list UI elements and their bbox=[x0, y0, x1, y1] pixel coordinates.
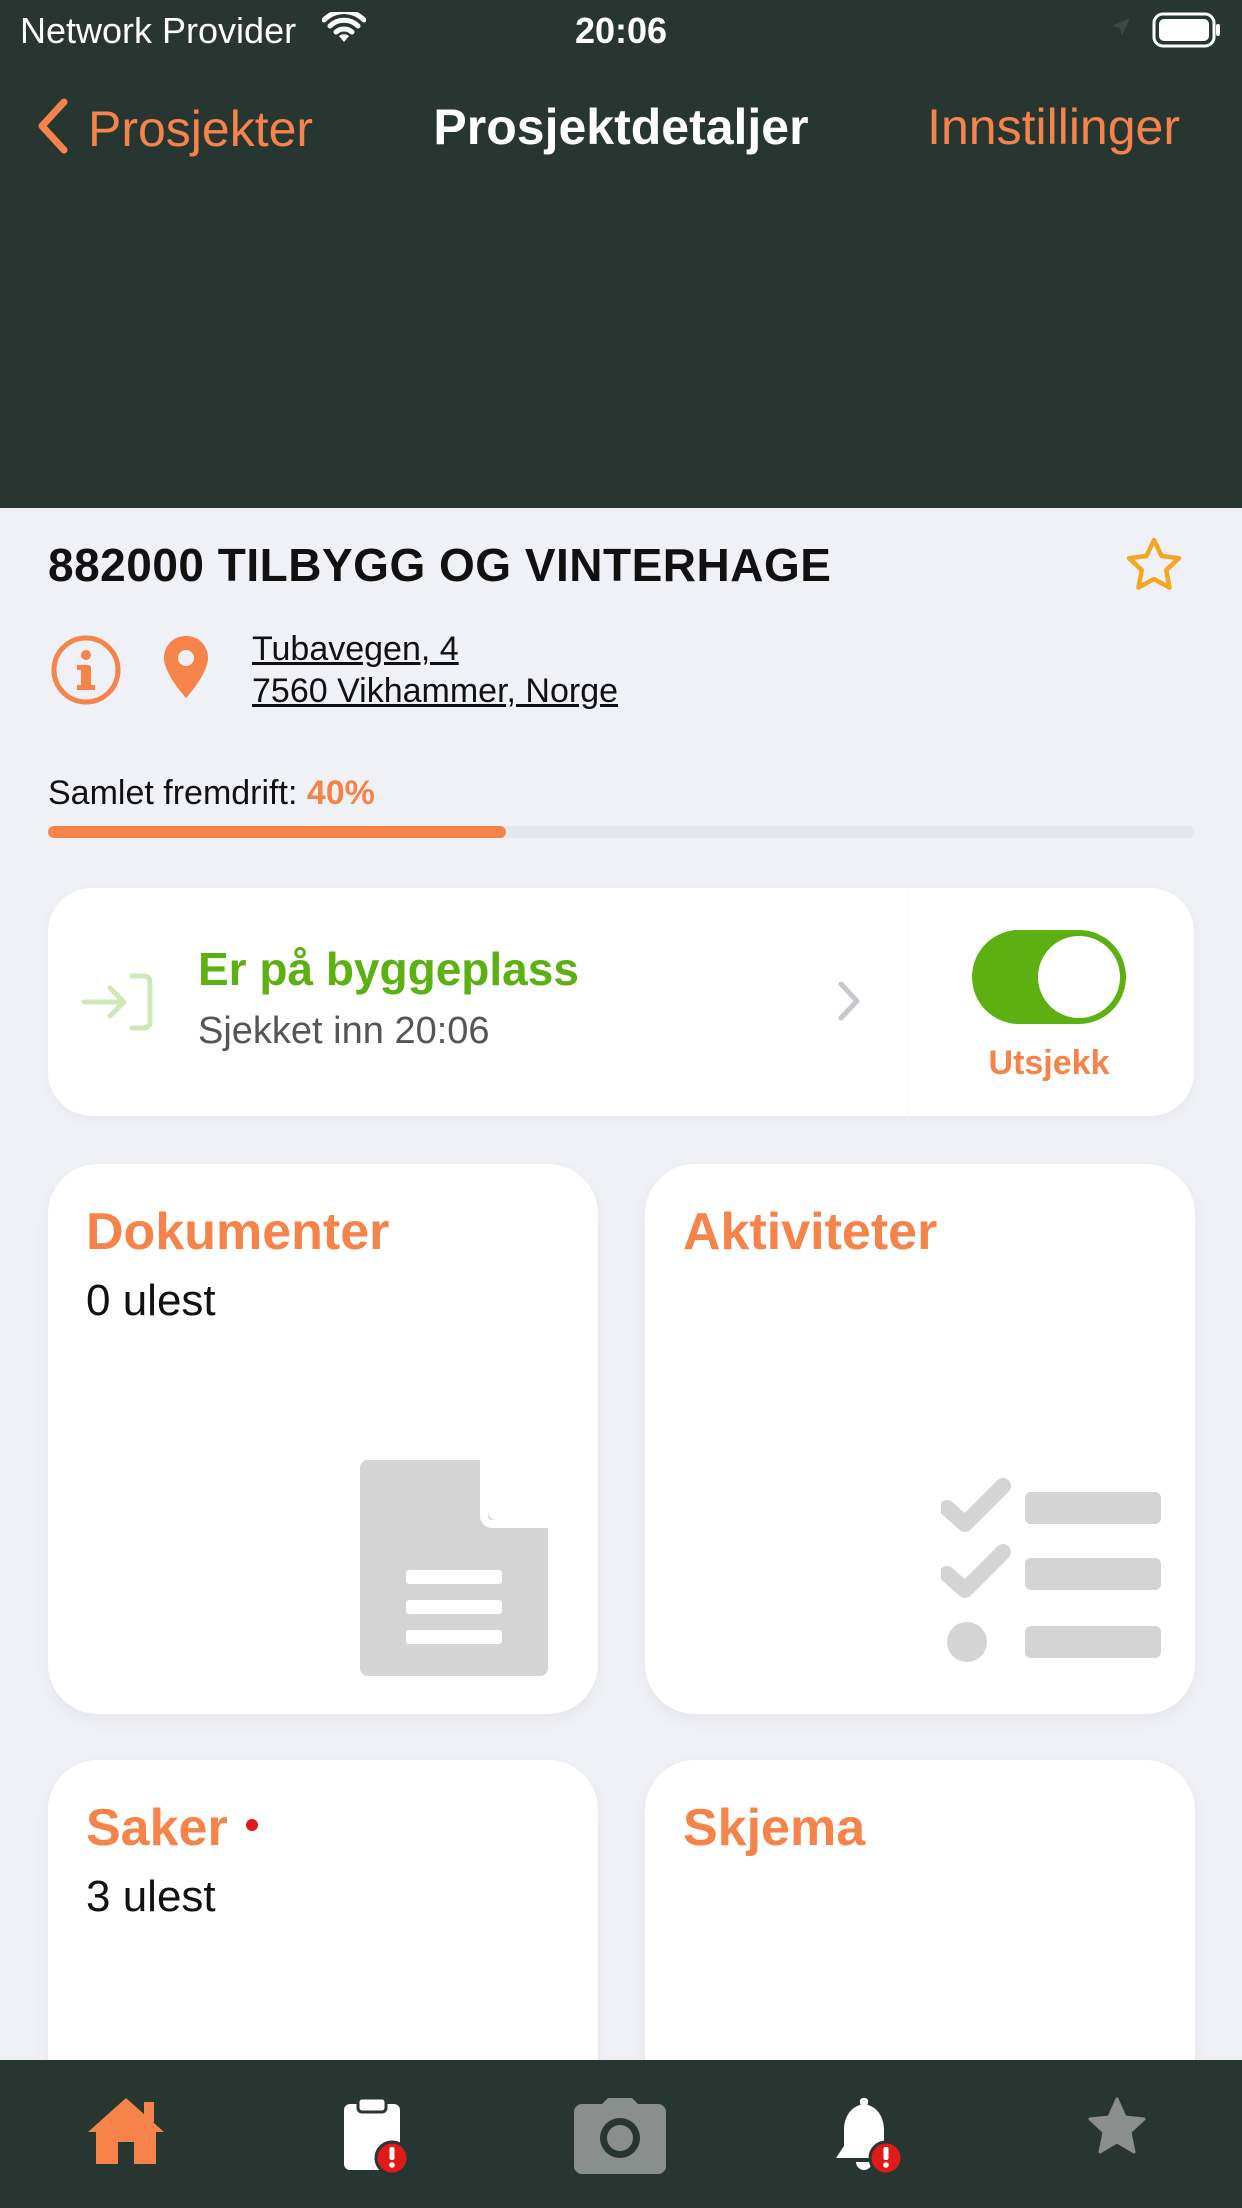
tab-bar bbox=[0, 2060, 1242, 2208]
settings-button[interactable]: Innstillinger bbox=[927, 98, 1180, 156]
clock: 20:06 bbox=[574, 10, 668, 51]
map-pin-icon bbox=[162, 636, 210, 704]
tab-camera[interactable] bbox=[572, 2096, 668, 2181]
bell-alert-icon bbox=[832, 2098, 908, 2182]
tab-favorites[interactable] bbox=[1086, 2096, 1148, 2161]
checkin-status-title: Er på byggeplass bbox=[198, 943, 579, 995]
checkin-time: Sjekket inn 20:06 bbox=[198, 1010, 490, 1052]
unread-dot bbox=[245, 1819, 258, 1832]
project-header-image bbox=[0, 190, 1242, 508]
tab-notifications[interactable] bbox=[832, 2096, 908, 2183]
favorite-button[interactable] bbox=[1124, 536, 1184, 599]
chevron-right-icon bbox=[836, 980, 862, 1027]
checkout-toggle[interactable] bbox=[972, 930, 1126, 1024]
address-line-1: Tubavegen, 4 bbox=[252, 630, 459, 668]
navigation-bar: Prosjekter Prosjektdetaljer Innstillinge… bbox=[0, 64, 1242, 190]
camera-icon bbox=[572, 2098, 668, 2180]
checkin-card[interactable]: Er på byggeplass Sjekket inn 20:06 Utsje… bbox=[48, 888, 1194, 1116]
checklist-icon bbox=[939, 1478, 1163, 1673]
document-icon bbox=[360, 1460, 548, 1681]
progress-label-text: Samlet fremdrift: bbox=[48, 774, 298, 812]
clipboard-alert-icon bbox=[340, 2096, 416, 2180]
cases-tile-title: Saker bbox=[86, 1798, 258, 1858]
cases-unread-count: 3 ulest bbox=[86, 1872, 216, 1921]
star-icon bbox=[1086, 2097, 1148, 2160]
documents-tile-title: Dokumenter bbox=[86, 1203, 390, 1261]
sign-in-icon bbox=[81, 972, 154, 1037]
tab-home[interactable] bbox=[86, 2096, 166, 2171]
info-icon bbox=[50, 635, 122, 710]
activities-tile[interactable]: Aktiviteter bbox=[645, 1164, 1195, 1714]
forms-tile-title: Skjema bbox=[683, 1799, 866, 1857]
project-address-link[interactable]: Tubavegen, 4 7560 Vikhammer, Norge bbox=[252, 628, 618, 712]
tab-tasks[interactable] bbox=[340, 2096, 416, 2181]
activities-tile-title: Aktiviteter bbox=[683, 1203, 938, 1261]
progress-value: 40% bbox=[306, 774, 375, 812]
status-bar: Network Provider 20:06 bbox=[0, 0, 1242, 64]
divider bbox=[908, 888, 909, 1116]
progress-bar-fill bbox=[48, 826, 507, 838]
star-outline-icon bbox=[1124, 537, 1184, 598]
location-arrow-icon bbox=[1110, 16, 1132, 43]
project-title: 882000 TILBYGG OG VINTERHAGE bbox=[48, 539, 832, 591]
toggle-knob bbox=[1038, 936, 1120, 1018]
address-line-2: 7560 Vikhammer, Norge bbox=[252, 672, 619, 710]
home-icon bbox=[86, 2098, 166, 2170]
battery-icon bbox=[1152, 12, 1222, 53]
info-button[interactable] bbox=[50, 634, 122, 711]
checkout-toggle-label: Utsjekk bbox=[988, 1044, 1110, 1082]
cases-tile-title-text: Saker bbox=[86, 1799, 228, 1857]
progress-bar bbox=[48, 826, 1194, 838]
documents-tile[interactable]: Dokumenter 0 ulest bbox=[48, 1164, 598, 1714]
documents-unread-count: 0 ulest bbox=[86, 1276, 216, 1325]
progress-label: Samlet fremdrift: 40% bbox=[48, 774, 375, 813]
map-pin-button[interactable] bbox=[162, 634, 210, 705]
